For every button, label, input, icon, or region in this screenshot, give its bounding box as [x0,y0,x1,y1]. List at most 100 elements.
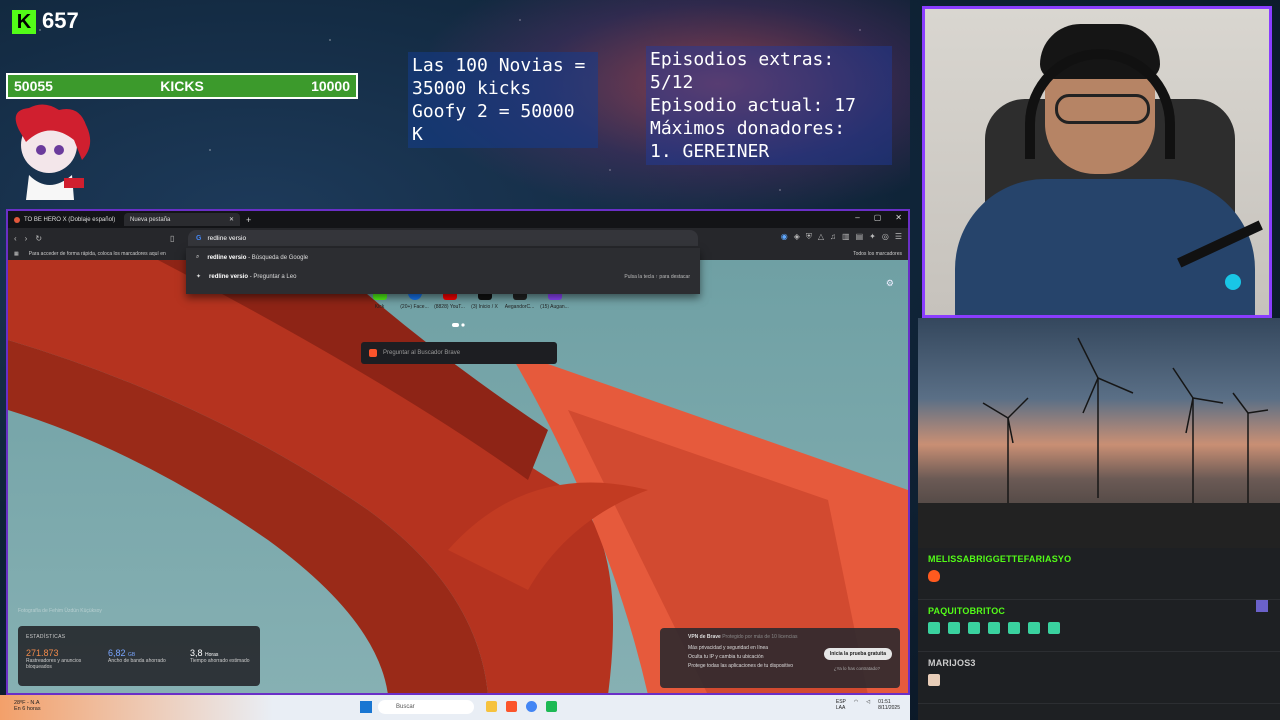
taskbar-search[interactable]: Buscar [378,700,474,714]
back-icon[interactable]: ‹ [14,234,17,243]
all-bookmarks[interactable]: Todos los marcadores [853,251,902,257]
bookmark-icon[interactable]: ▯ [170,234,174,243]
suggestion-source: - Preguntar a Leo [248,273,297,280]
suggestion-query: redline versio [207,254,247,261]
reload-icon[interactable]: ↻ [35,234,42,243]
menu-icon[interactable]: ☰ [895,232,902,242]
weather-sub: En 6 horas [14,706,41,712]
leo-icon[interactable]: ✦ [869,232,876,242]
info-line: Episodios extras: 5/12 [650,49,835,93]
address-bar[interactable]: G redline versio [188,230,698,246]
new-tab-icon[interactable]: + [246,215,251,225]
stat-value: 271.873 [26,648,59,658]
omnibox-suggestions: ⌕ redline versio - Búsqueda de Google ✦ … [186,248,700,294]
windows-start-icon[interactable] [360,701,372,713]
kick-goal-bar: 50055 KICKS 10000 [6,73,358,99]
file-explorer-icon[interactable] [486,701,497,712]
close-window-icon[interactable]: ✕ [895,213,902,222]
window-controls: – ▢ ✕ [855,213,902,222]
close-tab-icon[interactable]: ✕ [229,216,234,223]
extensions-icon[interactable]: ◈ [794,232,800,242]
stat-label: Rastreadores y anuncios bloqueados [26,658,82,670]
vpn-subtitle: Protegido por más de 10 licencias [722,634,798,640]
chat-message: MELISSABRIGGETTEFARIASYO [918,548,1280,600]
chat-username: MARIJOS3 [928,658,976,668]
chat-panel: MELISSABRIGGETTEFARIASYO PAQUITOBRITOC M… [918,548,1280,720]
tab-to-be-hero[interactable]: TO BE HERO X (Doblaje español) [8,213,124,226]
microphone-light [1225,274,1241,290]
top-site-label: (8828) YouT... [434,304,465,310]
wifi-icon[interactable]: ◠ [854,699,858,711]
sidebar-icon[interactable]: ▥ [842,232,850,242]
tab-title: TO BE HERO X (Doblaje español) [24,216,116,223]
info-line: Goofy 2 = 50000 K [412,101,575,145]
top-site-label: Kick [374,304,385,310]
tab-new-tab[interactable]: Nueva pestaña ✕ [124,213,240,226]
search-icon: ⌕ [196,254,200,260]
wallet-icon[interactable]: ▤ [856,232,864,242]
chrome-icon[interactable] [526,701,537,712]
stat-value: 3,8 [190,648,203,658]
vpn-already-link[interactable]: ¿Ya lo has contratado? [834,666,880,671]
fire-emote-icon [928,570,940,582]
shield-icon[interactable]: ⛨ [806,232,812,242]
new-tab-page: ⚙ Kick (20+) Face... (8828) YouT... (3) … [8,260,908,693]
vpn-trial-button[interactable]: Inicia la prueba gratuita [823,648,892,660]
leo-suggestion-icon: ✦ [196,274,202,280]
chat-username: PAQUITOBRITOC [928,606,1006,616]
goal-current: 50055 [14,78,53,94]
kick-emote-icon [928,622,940,634]
photo-credit[interactable]: Fotografía de Fehim Üzdün Küçüksoy [18,608,102,614]
clock[interactable]: 01:51 8/11/2025 [878,699,900,711]
forward-icon[interactable]: › [25,234,28,243]
brave-search-box[interactable]: Preguntar al Buscador Brave [361,342,557,364]
top-site-label: (20+) Face... [400,304,429,310]
audio-icon[interactable]: ◉ [781,232,788,242]
suggestion-query: redline versio [209,273,249,280]
google-icon: G [196,234,202,242]
kick-emote-icon [1028,622,1040,634]
apps-icon[interactable]: ▦ [14,251,19,257]
address-text[interactable]: redline versio [207,235,246,242]
suggestion-google[interactable]: ⌕ redline versio - Búsqueda de Google [186,248,700,267]
weather-widget[interactable]: 28ºF - N.A En 6 horas [14,700,41,712]
clock-date: 8/11/2025 [878,705,900,711]
lang-indicator[interactable]: ESP LAA [836,699,846,711]
browser-toolbar: ‹ › ↻ ▯ G redline versio ◉ ◈ ⛨ △ ♫ ▥ ▤ ✦… [8,228,908,248]
rewards-icon[interactable]: △ [818,232,824,242]
stat-label: Tiempo ahorrado estimado [190,658,250,664]
episodes-info-panel: Episodios extras: 5/12 Episodio actual: … [646,46,892,165]
pagination-dots[interactable] [452,323,466,327]
tab-bar: TO BE HERO X (Doblaje español) Nueva pes… [8,211,908,228]
brave-browser-icon[interactable] [506,701,517,712]
chat-message: MARIJOS3 [918,652,1280,704]
top-site-label: AegandorC... [504,304,535,310]
volume-icon[interactable]: ◁ [866,699,870,711]
anime-mascot-icon [15,104,91,200]
goal-label: KICKS [160,78,204,94]
vpn-widget: VPN de Brave Protegido por más de 10 lic… [660,628,900,688]
settings-gear-icon[interactable]: ⚙ [886,278,894,289]
stats-title: ESTADÍSTICAS [26,634,66,640]
brave-lion-icon [369,349,377,357]
app-icon[interactable] [546,701,557,712]
info-line: 35000 kicks [412,78,532,99]
vpn-icon[interactable]: ◎ [882,232,889,242]
stat-bandwidth: 6,82 GB Ancho de banda ahorrado [108,648,170,670]
avatar-emote-icon [928,674,940,686]
maximize-icon[interactable]: ▢ [874,213,882,222]
stat-label: Ancho de banda ahorrado [108,658,166,664]
stat-time: 3,8 Horas Tiempo ahorrado estimado [190,648,252,670]
wind-turbines [918,337,1280,548]
media-icon[interactable]: ♫ [830,232,836,242]
kick-logo-icon: K [12,10,36,34]
kick-emote-icon [948,622,960,634]
goals-info-panel: Las 100 Novias = 35000 kicks Goofy 2 = 5… [408,52,598,148]
toolbar-actions: ◉ ◈ ⛨ △ ♫ ▥ ▤ ✦ ◎ ☰ [781,232,902,242]
suggestion-leo[interactable]: ✦ redline versio - Preguntar a Leo Pulsa… [186,267,700,286]
top-site-label: (15) Augan... [540,304,569,310]
kick-emote-icon [1048,622,1060,634]
minimize-icon[interactable]: – [855,213,859,222]
browser-window: TO BE HERO X (Doblaje español) Nueva pes… [6,209,910,695]
suggestion-hint: Pulsa la tecla ↑ para destacar [624,273,690,280]
